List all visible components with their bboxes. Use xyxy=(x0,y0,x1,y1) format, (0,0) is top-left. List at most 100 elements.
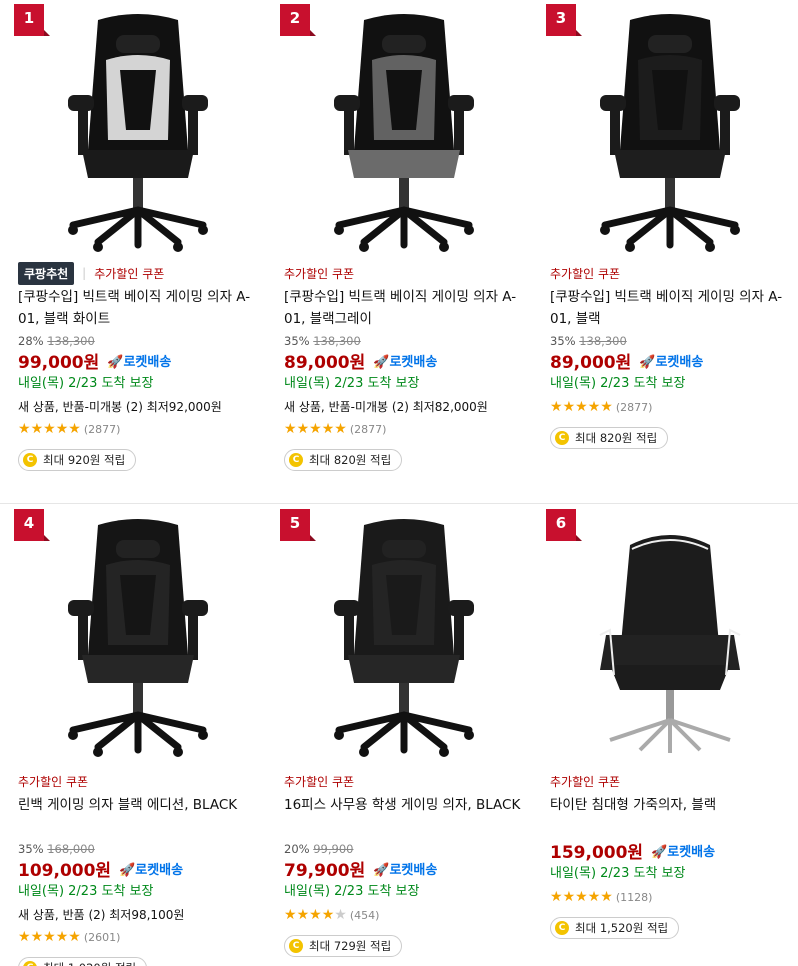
other-offers[interactable]: 새 상품, 반품 (2) 최저98,100원 xyxy=(18,904,268,926)
product-title[interactable]: [쿠팡수입] 빅트랙 베이직 게이밍 의자 A-01, 블랙그레이 xyxy=(284,286,534,330)
star-icon: ★ xyxy=(600,399,613,415)
coin-icon: C xyxy=(555,431,569,445)
cashback-badge: C 최대 1,020원 적립 xyxy=(18,957,148,966)
product-title[interactable]: 16피스 사무용 학생 게이밍 의자, BLACK xyxy=(284,794,534,838)
coin-icon: C xyxy=(555,921,569,935)
other-offers[interactable]: 새 상품, 반품-미개봉 (2) 최저92,000원 xyxy=(18,396,268,418)
review-count: (2877) xyxy=(349,422,387,436)
product-title[interactable]: 린백 게이밍 의자 블랙 에디션, BLACK xyxy=(18,794,268,838)
cashback-badge: C 최대 729원 적립 xyxy=(284,935,403,957)
rating: ★ ★ ★ ★ ★ (1128) xyxy=(550,886,798,908)
arrival-guarantee: 내일(목) 2/23 도착 보장 xyxy=(284,376,420,391)
rating-stars: ★ ★ ★ ★ ★ xyxy=(284,908,347,922)
star-icon: ★ xyxy=(334,907,347,923)
rocket-delivery-badge: 🚀로켓배송 xyxy=(107,354,172,370)
product-card[interactable]: 4 추가할인 쿠폰 린백 게이밍 의자 블랙 에디션, BLACK 35% 168… xyxy=(0,505,268,966)
star-icon: ★ xyxy=(296,421,310,437)
star-icon: ★ xyxy=(321,907,335,923)
star-icon: ★ xyxy=(284,907,297,923)
star-icon: ★ xyxy=(309,421,322,437)
rank-badge: 6 xyxy=(546,509,582,541)
rating: ★ ★ ★ ★ ★ (2877) xyxy=(550,396,798,418)
star-icon: ★ xyxy=(550,889,563,905)
original-price: 99,900 xyxy=(313,842,354,856)
cashback-badge: C 최대 820원 적립 xyxy=(550,427,669,449)
discount-rate: 35% xyxy=(550,334,576,348)
product-title[interactable]: 타이탄 침대형 가죽의자, 블랙 xyxy=(550,794,798,838)
coupon-label: 추가할인 쿠폰 xyxy=(284,774,355,789)
discount-row: 20% 99,900 xyxy=(284,842,534,856)
arrival-guarantee: 내일(목) 2/23 도착 보장 xyxy=(18,376,154,391)
star-icon: ★ xyxy=(309,907,322,923)
coin-icon: C xyxy=(289,939,303,953)
product-card[interactable]: 3 추가할인 쿠폰 [쿠팡수입] 빅트랙 베이직 게이밍 의자 A-01, 블랙… xyxy=(532,0,798,460)
row-divider xyxy=(0,503,798,504)
review-count: (1128) xyxy=(615,890,653,904)
rating-stars: ★ ★ ★ ★ ★ xyxy=(284,422,347,436)
arrival-guarantee: 내일(목) 2/23 도착 보장 xyxy=(550,376,686,391)
rating-stars: ★ ★ ★ ★ ★ xyxy=(18,422,81,436)
star-icon: ★ xyxy=(18,421,31,437)
rating: ★ ★ ★ ★ ★ (2877) xyxy=(284,418,534,440)
original-price: 168,000 xyxy=(47,842,95,856)
product-grid: 1 쿠팡추천 | 추가할인 쿠폰 [쿠팡수입] 빅트랙 베이직 게이밍 의자 A-0… xyxy=(0,0,798,966)
product-card[interactable]: 1 쿠팡추천 | 추가할인 쿠폰 [쿠팡수입] 빅트랙 베이직 게이밍 의자 A-0… xyxy=(0,0,268,471)
product-card[interactable]: 5 추가할인 쿠폰 16피스 사무용 학생 게이밍 의자, BLACK 20% 9… xyxy=(266,505,532,965)
separator: | xyxy=(82,266,87,280)
star-icon: ★ xyxy=(30,421,44,437)
rocket-delivery-badge: 🚀로켓배송 xyxy=(639,354,704,370)
star-icon: ★ xyxy=(43,929,56,945)
star-icon: ★ xyxy=(587,399,601,415)
star-icon: ★ xyxy=(55,421,69,437)
coin-icon: C xyxy=(289,453,303,467)
sale-price: 89,000원 xyxy=(550,352,632,373)
rocket-icon: 🚀 xyxy=(107,354,124,370)
rating: ★ ★ ★ ★ ★ (454) xyxy=(284,904,534,926)
rank-badge: 2 xyxy=(280,4,316,36)
product-title[interactable]: [쿠팡수입] 빅트랙 베이직 게이밍 의자 A-01, 블랙 화이트 xyxy=(18,286,268,330)
product-image[interactable] xyxy=(570,0,770,255)
sale-price: 89,000원 xyxy=(284,352,366,373)
star-icon: ★ xyxy=(30,929,44,945)
discount-row: 35% 138,300 xyxy=(284,334,534,348)
star-icon: ★ xyxy=(587,889,601,905)
product-card[interactable]: 2 추가할인 쿠폰 [쿠팡수입] 빅트랙 베이직 게이밍 의자 A-01, 블랙… xyxy=(266,0,534,471)
other-offers[interactable]: 새 상품, 반품-미개봉 (2) 최저82,000원 xyxy=(284,396,534,418)
rocket-icon: 🚀 xyxy=(373,354,390,370)
product-image[interactable] xyxy=(38,0,238,255)
discount-rate: 20% xyxy=(284,842,310,856)
star-icon: ★ xyxy=(321,421,335,437)
coupon-label: 추가할인 쿠폰 xyxy=(550,774,621,789)
coin-icon: C xyxy=(23,961,37,966)
star-icon: ★ xyxy=(334,421,347,437)
coupang-recommend-badge: 쿠팡추천 xyxy=(18,261,75,285)
product-title[interactable]: [쿠팡수입] 빅트랙 베이직 게이밍 의자 A-01, 블랙 xyxy=(550,286,798,330)
star-icon: ★ xyxy=(600,889,613,905)
original-price: 138,300 xyxy=(313,334,361,348)
review-count: (2877) xyxy=(83,422,121,436)
rating: ★ ★ ★ ★ ★ (2877) xyxy=(18,418,268,440)
rank-badge: 3 xyxy=(546,4,582,36)
coupon-label: 추가할인 쿠폰 xyxy=(550,266,621,281)
star-icon: ★ xyxy=(68,929,81,945)
rocket-icon: 🚀 xyxy=(373,862,390,878)
product-image[interactable] xyxy=(570,505,770,760)
coupon-label: 추가할인 쿠폰 xyxy=(94,266,165,281)
arrival-guarantee: 내일(목) 2/23 도착 보장 xyxy=(284,884,420,899)
product-image[interactable] xyxy=(304,0,504,255)
star-icon: ★ xyxy=(575,889,588,905)
discount-rate: 35% xyxy=(284,334,310,348)
discount-row: 35% 168,000 xyxy=(18,842,268,856)
coupon-label: 추가할인 쿠폰 xyxy=(18,774,89,789)
product-card[interactable]: 6 추가할인 쿠폰 타이탄 침대형 가죽의자, 블랙 159,000원 🚀로켓배… xyxy=(532,505,798,965)
star-icon: ★ xyxy=(575,399,588,415)
product-image[interactable] xyxy=(304,505,504,760)
rank-badge: 5 xyxy=(280,509,316,541)
coin-icon: C xyxy=(23,453,37,467)
star-icon: ★ xyxy=(562,889,576,905)
product-image[interactable] xyxy=(38,505,238,760)
rocket-delivery-badge: 🚀로켓배송 xyxy=(373,354,438,370)
star-icon: ★ xyxy=(68,421,81,437)
rating: ★ ★ ★ ★ ★ (2601) xyxy=(18,926,268,948)
rating-stars: ★ ★ ★ ★ ★ xyxy=(550,400,613,414)
